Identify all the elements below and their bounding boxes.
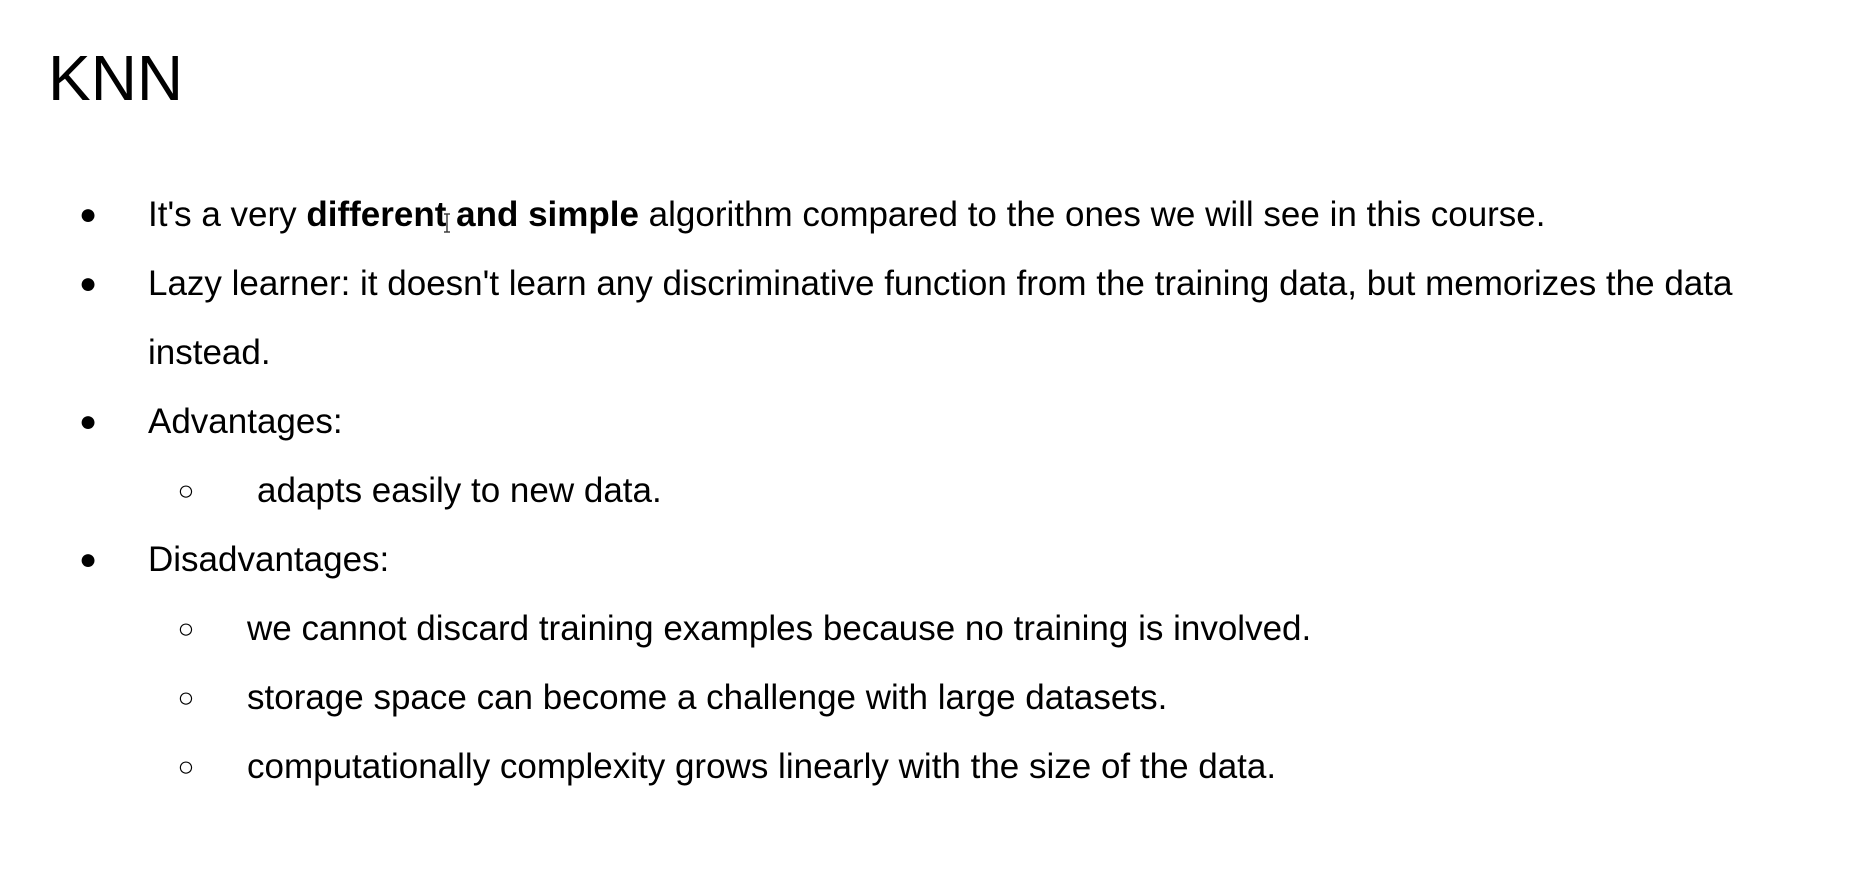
- slide-title: KNN: [48, 42, 184, 114]
- sub-bullet-text: storage space can become a challenge wit…: [247, 678, 1168, 717]
- bullet-text: Lazy learner: it doesn't learn any discr…: [148, 264, 1733, 372]
- list-item: ● Advantages:: [0, 387, 1856, 456]
- sub-bullet-icon: ○: [177, 751, 195, 782]
- sub-list-item: ○ storage space can become a challenge w…: [0, 663, 1856, 732]
- sub-bullet-icon: ○: [177, 682, 195, 713]
- list-item: ● It's a very different and simple algor…: [0, 180, 1856, 249]
- list-item: ● Lazy learner: it doesn't learn any dis…: [0, 249, 1856, 387]
- bullet-icon: ●: [78, 267, 98, 300]
- sub-list-item: ○ computationally complexity grows linea…: [0, 732, 1856, 801]
- bullet-text: Disadvantages:: [148, 540, 390, 579]
- bullet-icon: ●: [78, 198, 98, 231]
- bullet-icon: ●: [78, 405, 98, 438]
- bullet-text: It's a very different and simple algorit…: [148, 180, 1546, 249]
- bullet-text: Advantages:: [148, 402, 343, 441]
- sub-bullet-icon: ○: [177, 613, 195, 644]
- bullet-text-bold: different and simple: [306, 195, 639, 234]
- sub-bullet-text: we cannot discard training examples beca…: [247, 609, 1312, 648]
- bullet-text-pre: It's a very: [148, 195, 307, 234]
- bullet-icon: ●: [78, 543, 98, 576]
- text-cursor-icon: [443, 212, 451, 234]
- sub-bullet-text: adapts easily to new data.: [257, 471, 662, 510]
- sub-list-item: ○ we cannot discard training examples be…: [0, 594, 1856, 663]
- sub-list-item: ○ adapts easily to new data.: [0, 456, 1856, 525]
- sub-bullet-text: computationally complexity grows linearl…: [247, 747, 1277, 786]
- bullet-text-post: algorithm compared to the ones we will s…: [638, 195, 1546, 234]
- sub-bullet-icon: ○: [177, 475, 195, 506]
- list-item: ● Disadvantages:: [0, 525, 1856, 594]
- bullet-list: ● It's a very different and simple algor…: [0, 180, 1856, 801]
- slide: KNN ● It's a very different and simple a…: [0, 0, 1856, 892]
